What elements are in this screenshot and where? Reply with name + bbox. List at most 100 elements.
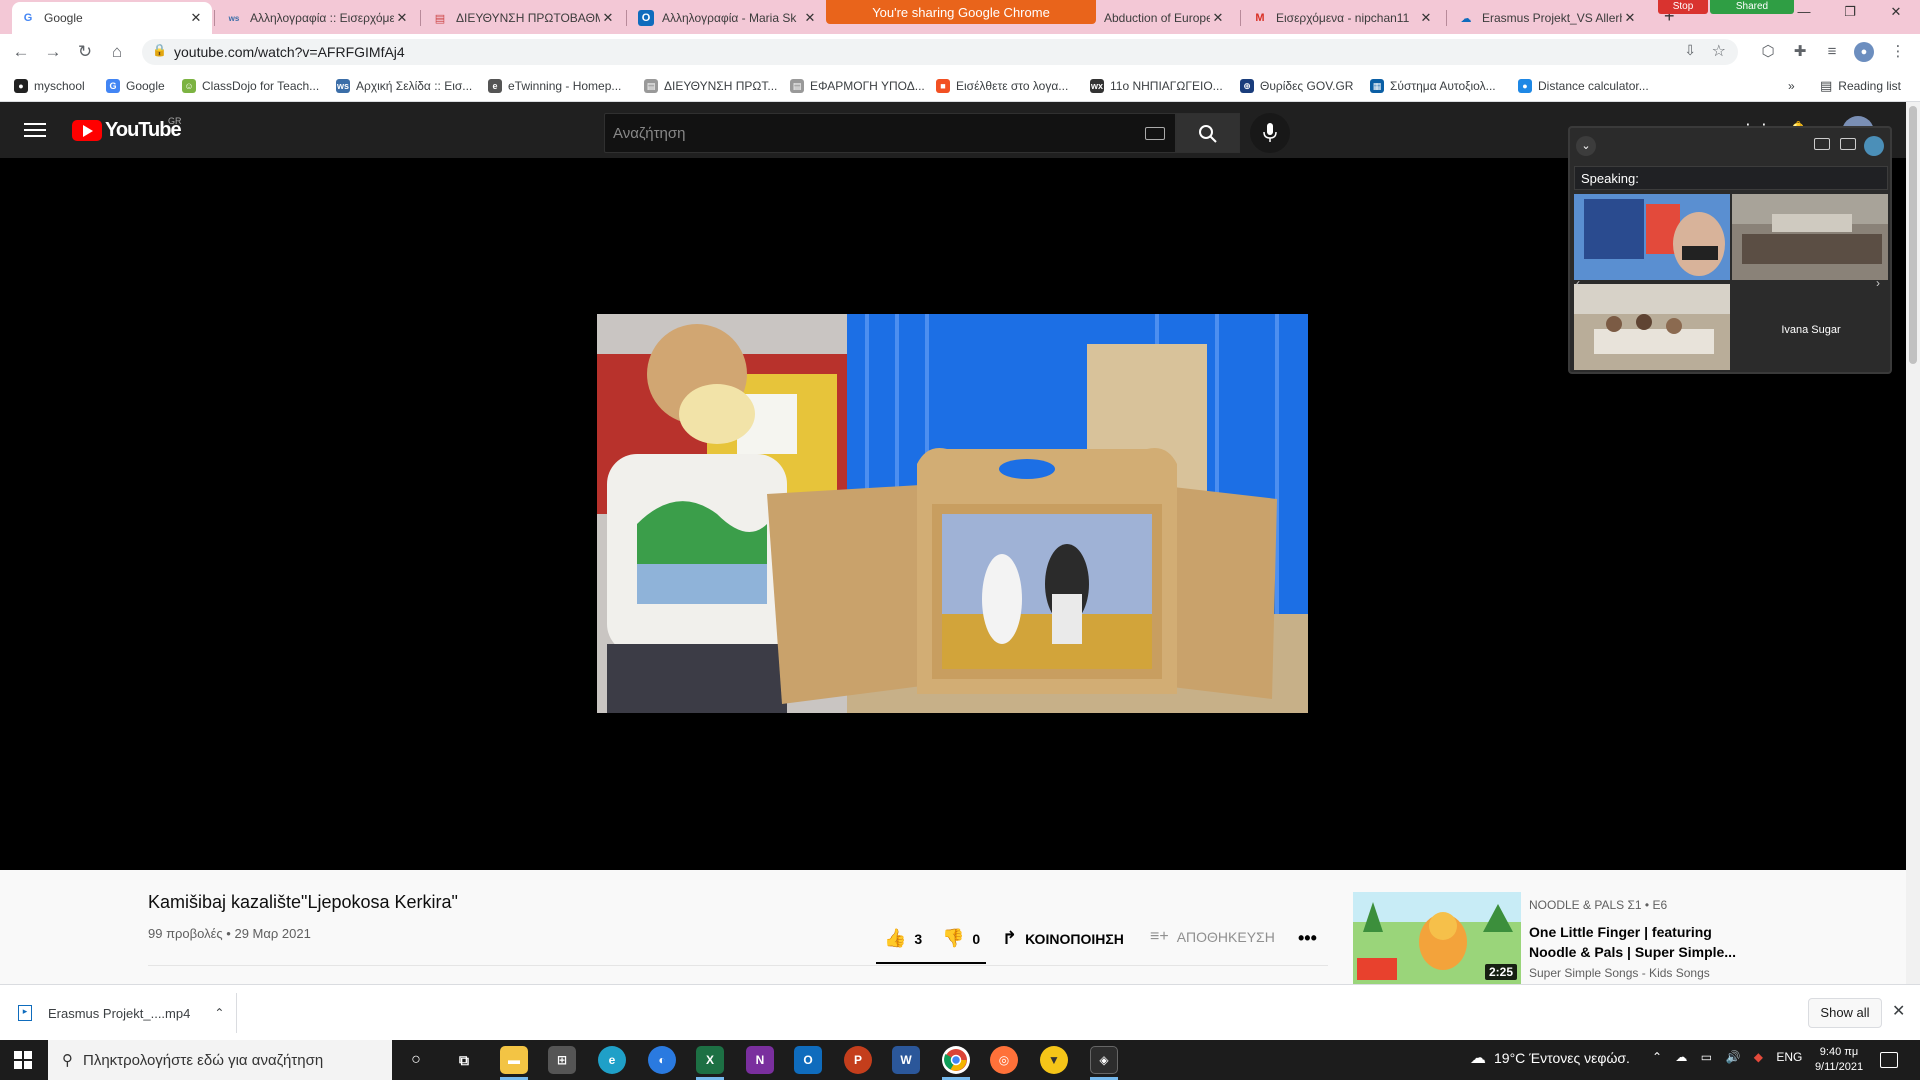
video-frame[interactable] [597,314,1308,713]
participant-tile[interactable] [1574,194,1730,280]
bookmark-item[interactable]: ⊕ Θυρίδες GOV.GR [1240,77,1353,95]
store-icon[interactable]: ⊞ [548,1046,576,1074]
bookmark-item[interactable]: ▤ ΔΙΕΥΘΥΝΣΗ ΠΡΩΤ... [644,77,777,95]
chrome-icon[interactable] [942,1046,970,1074]
windows-start-icon[interactable] [14,1051,32,1069]
edge-icon[interactable]: e [598,1046,626,1074]
teams-app-icon[interactable]: ◈ [1090,1046,1118,1074]
download-item[interactable]: ▸ Erasmus Projekt_....mp4 ⌃ [18,999,224,1027]
clock[interactable]: 9:40 πμ 9/11/2021 [1806,1045,1872,1075]
tab-outlook[interactable]: O Αλληλογραφία - Maria Sk ✕ [630,2,826,34]
bookmark-star-icon[interactable]: ☆ [1712,41,1726,61]
lock-icon[interactable]: 🔒 [152,43,167,57]
bookmark-item[interactable]: ▦ Σύστημα Αυτοξιολ... [1370,77,1496,95]
page-scrollbar[interactable] [1906,102,1920,984]
like-button[interactable]: 👍 3 [884,928,922,949]
bookmark-item[interactable]: e eTwinning - Homep... [488,77,621,95]
participant-tile[interactable] [1732,194,1888,280]
restore-icon[interactable]: ❐ [1832,4,1868,24]
layout-icon[interactable] [1840,138,1856,150]
keyboard-icon[interactable] [1145,127,1165,140]
bookmark-item[interactable]: wx 11ο ΝΗΠΙΑΓΩΓΕΙΟ... [1090,77,1223,95]
media-control-icon[interactable]: ≡ [1822,42,1842,62]
scrollbar-thumb[interactable] [1909,106,1917,364]
hamburger-menu-icon[interactable] [24,120,46,138]
close-icon[interactable]: ✕ [1210,10,1226,26]
firefox-icon[interactable]: ◎ [990,1046,1018,1074]
tab-mail-inbox[interactable]: ws Αλληλογραφία :: Εισερχόμενα ✕ [218,2,418,34]
volume-icon[interactable]: 🔊 [1725,1050,1740,1064]
save-button[interactable]: ≡+ ΑΠΟΘΗΚΕΥΣΗ [1150,928,1275,946]
recommended-video-title[interactable]: One Little Finger | featuring Noodle & P… [1529,922,1749,962]
cortana-icon[interactable]: ○ [402,1046,430,1074]
excel-icon[interactable]: X [696,1046,724,1074]
bookmark-item[interactable]: ws Αρχική Σελίδα :: Εισ... [336,77,472,95]
meet-floating-window[interactable]: ⌄ Speaking: Ivana Sugar ‹ › [1568,126,1892,374]
profile-avatar[interactable]: ● [1854,42,1874,62]
security-tray-icon[interactable]: ◆ [1754,1050,1763,1064]
language-indicator[interactable]: ENG [1776,1050,1802,1064]
system-tray[interactable]: ⌃ ☁ ▭ 🔊 ◆ ENG [1652,1050,1802,1064]
window-close-icon[interactable]: ✕ [1878,4,1914,24]
reload-icon[interactable]: ↻ [74,41,96,63]
extension-shield-icon[interactable]: ⬡ [1758,42,1778,62]
onenote-icon[interactable]: N [746,1046,774,1074]
close-icon[interactable]: ✕ [1622,10,1638,26]
tab-google[interactable]: G Google ✕ [12,2,212,34]
search-input[interactable]: Αναζήτηση [604,113,1176,153]
close-icon[interactable]: ✕ [394,10,410,26]
youtube-logo[interactable]: YouTube GR [72,116,182,142]
file-explorer-icon[interactable]: ▬ [500,1046,528,1074]
bookmark-item[interactable]: ● myschool [14,77,85,95]
recommended-video-thumbnail[interactable]: 2:25 [1353,892,1521,984]
browser-app-icon[interactable]: ◐ [648,1046,676,1074]
network-icon[interactable]: ▭ [1701,1050,1712,1064]
address-bar[interactable]: 🔒 youtube.com/watch?v=AFRFGIMfAj4 ⇩ ☆ [142,39,1738,65]
outlook-icon[interactable]: O [794,1046,822,1074]
bookmark-item[interactable]: ● Distance calculator... [1518,77,1649,95]
participant-tile[interactable] [1574,284,1730,370]
extensions-puzzle-icon[interactable]: ✚ [1790,42,1810,62]
chevron-down-icon[interactable]: ⌄ [1576,136,1596,156]
bookmark-item[interactable]: ■ Εισέλθετε στο λογα... [936,77,1068,95]
chevron-up-icon[interactable]: ⌃ [1652,1050,1662,1064]
app-shield-icon[interactable]: ▼ [1040,1046,1068,1074]
notifications-icon[interactable] [1880,1052,1898,1068]
recommended-channel-name[interactable]: Super Simple Songs - Kids Songs [1529,966,1710,980]
chevron-up-icon[interactable]: ⌃ [214,1006,224,1020]
close-icon[interactable]: ✕ [1418,10,1434,26]
share-button[interactable]: ↱ ΚΟΙΝΟΠΟΙΗΣΗ [1002,928,1124,949]
bookmark-item[interactable]: ▤ ΕΦΑΡΜΟΓΗ ΥΠΟΔ... [790,77,925,95]
bookmark-item[interactable]: ☺ ClassDojo for Teach... [182,77,319,95]
weather-widget[interactable]: ☁ 19°C Έντονες νεφώσ. [1470,1048,1630,1068]
onedrive-tray-icon[interactable]: ☁ [1675,1050,1687,1064]
reading-list-button[interactable]: ▤ Reading list [1820,77,1901,95]
pip-icon[interactable] [1814,138,1830,150]
bookmarks-overflow-icon[interactable]: » [1788,77,1795,95]
close-icon[interactable]: ✕ [600,10,616,26]
voice-search-button[interactable] [1250,113,1290,153]
dislike-button[interactable]: 👎 0 [942,928,980,949]
back-icon[interactable]: ← [10,41,32,63]
minimize-icon[interactable]: — [1786,4,1822,24]
home-icon[interactable]: ⌂ [106,41,128,63]
powerpoint-icon[interactable]: P [844,1046,872,1074]
show-all-button[interactable]: Show all [1808,998,1882,1028]
search-button[interactable] [1176,113,1240,153]
chevron-left-icon[interactable]: ‹ [1576,276,1580,290]
forward-icon[interactable]: → [42,41,64,63]
tab-abduction-of-europe[interactable]: Abduction of Europe ✕ [1096,2,1234,34]
close-icon[interactable]: ✕ [188,10,204,26]
more-actions-icon[interactable]: ••• [1298,928,1317,949]
bookmark-item[interactable]: G Google [106,77,165,95]
tab-onedrive[interactable]: ☁ Erasmus Projekt_VS Allerh ✕ [1450,2,1646,34]
url-text[interactable]: youtube.com/watch?v=AFRFGIMfAj4 [174,44,405,60]
task-view-icon[interactable]: ⧉ [450,1046,478,1074]
install-icon[interactable]: ⇩ [1684,42,1696,59]
more-menu-icon[interactable]: ⋮ [1888,42,1908,62]
stop-sharing-button[interactable]: Stop [1658,0,1708,14]
tab-gmail[interactable]: M Εισερχόμενα - nipchan11 ✕ [1244,2,1442,34]
word-icon[interactable]: W [892,1046,920,1074]
close-icon[interactable]: ✕ [1892,1001,1905,1021]
tab-directorate[interactable]: ▤ ΔΙΕΥΘΥΝΣΗ ΠΡΩΤΟΒΑΘΜΙΑΣ ✕ [424,2,624,34]
